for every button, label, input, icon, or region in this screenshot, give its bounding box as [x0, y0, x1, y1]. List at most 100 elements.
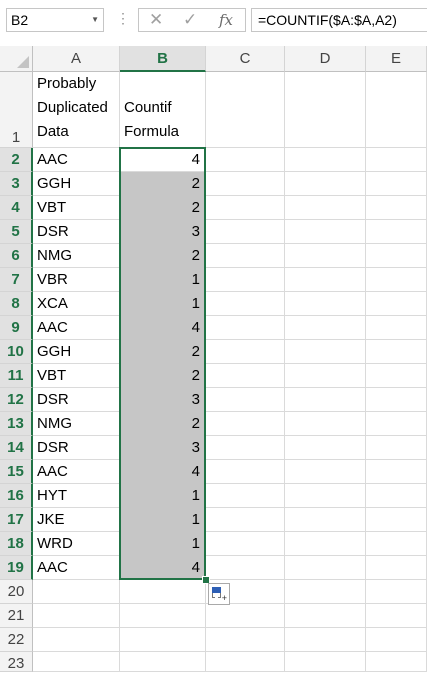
- cell-b18[interactable]: 1: [120, 532, 206, 556]
- column-header-d[interactable]: D: [285, 46, 366, 72]
- cell-a10[interactable]: GGH: [33, 340, 120, 364]
- cell-a11[interactable]: VBT: [33, 364, 120, 388]
- cell-e20[interactable]: [366, 580, 427, 604]
- cell-c5[interactable]: [206, 220, 285, 244]
- cell-d13[interactable]: [285, 412, 366, 436]
- cell-a6[interactable]: NMG: [33, 244, 120, 268]
- row-header-21[interactable]: 21: [0, 604, 33, 628]
- cell-d5[interactable]: [285, 220, 366, 244]
- column-header-b[interactable]: B: [120, 46, 206, 72]
- cell-d11[interactable]: [285, 364, 366, 388]
- cell-a9[interactable]: AAC: [33, 316, 120, 340]
- cell-a12[interactable]: DSR: [33, 388, 120, 412]
- cell-a13[interactable]: NMG: [33, 412, 120, 436]
- row-header-19[interactable]: 19: [0, 556, 33, 580]
- quick-analysis-button[interactable]: +: [208, 583, 230, 605]
- cell-e19[interactable]: [366, 556, 427, 580]
- row-header-14[interactable]: 14: [0, 436, 33, 460]
- formula-input[interactable]: =COUNTIF($A:$A,A2): [251, 8, 427, 32]
- select-all-button[interactable]: [0, 46, 33, 72]
- cell-a20[interactable]: [33, 580, 120, 604]
- row-header-18[interactable]: 18: [0, 532, 33, 556]
- cell-e3[interactable]: [366, 172, 427, 196]
- cell-a16[interactable]: HYT: [33, 484, 120, 508]
- cell-d6[interactable]: [285, 244, 366, 268]
- cell-c23[interactable]: [206, 652, 285, 672]
- cell-c8[interactable]: [206, 292, 285, 316]
- cell-a19[interactable]: AAC: [33, 556, 120, 580]
- cell-d17[interactable]: [285, 508, 366, 532]
- cell-c21[interactable]: [206, 604, 285, 628]
- cell-b12[interactable]: 3: [120, 388, 206, 412]
- cell-e15[interactable]: [366, 460, 427, 484]
- cell-a22[interactable]: [33, 628, 120, 652]
- cell-d4[interactable]: [285, 196, 366, 220]
- row-header-3[interactable]: 3: [0, 172, 33, 196]
- cell-c10[interactable]: [206, 340, 285, 364]
- cell-b4[interactable]: 2: [120, 196, 206, 220]
- row-header-5[interactable]: 5: [0, 220, 33, 244]
- cell-c15[interactable]: [206, 460, 285, 484]
- cell-e12[interactable]: [366, 388, 427, 412]
- cell-b21[interactable]: [120, 604, 206, 628]
- cell-c13[interactable]: [206, 412, 285, 436]
- row-header-1[interactable]: 1: [0, 72, 33, 148]
- cell-d1[interactable]: [285, 72, 366, 148]
- cell-b10[interactable]: 2: [120, 340, 206, 364]
- cell-e17[interactable]: [366, 508, 427, 532]
- cell-e18[interactable]: [366, 532, 427, 556]
- column-header-e[interactable]: E: [366, 46, 427, 72]
- chevron-down-icon[interactable]: ▼: [91, 9, 99, 31]
- cell-d12[interactable]: [285, 388, 366, 412]
- cell-d2[interactable]: [285, 148, 366, 172]
- row-header-15[interactable]: 15: [0, 460, 33, 484]
- cell-b5[interactable]: 3: [120, 220, 206, 244]
- cell-b19[interactable]: 4: [120, 556, 206, 580]
- cell-c17[interactable]: [206, 508, 285, 532]
- cell-c11[interactable]: [206, 364, 285, 388]
- cell-c3[interactable]: [206, 172, 285, 196]
- column-header-c[interactable]: C: [206, 46, 285, 72]
- cell-e4[interactable]: [366, 196, 427, 220]
- cell-a1[interactable]: Probably Duplicated Data: [33, 72, 120, 148]
- cell-b14[interactable]: 3: [120, 436, 206, 460]
- cell-a23[interactable]: [33, 652, 120, 672]
- cell-a8[interactable]: XCA: [33, 292, 120, 316]
- row-header-6[interactable]: 6: [0, 244, 33, 268]
- cell-b13[interactable]: 2: [120, 412, 206, 436]
- cell-d10[interactable]: [285, 340, 366, 364]
- cell-c9[interactable]: [206, 316, 285, 340]
- cell-d16[interactable]: [285, 484, 366, 508]
- cell-b9[interactable]: 4: [120, 316, 206, 340]
- cell-c16[interactable]: [206, 484, 285, 508]
- row-header-2[interactable]: 2: [0, 148, 33, 172]
- cell-d3[interactable]: [285, 172, 366, 196]
- cell-e2[interactable]: [366, 148, 427, 172]
- row-header-16[interactable]: 16: [0, 484, 33, 508]
- cell-b11[interactable]: 2: [120, 364, 206, 388]
- cell-c18[interactable]: [206, 532, 285, 556]
- cell-d23[interactable]: [285, 652, 366, 672]
- row-header-12[interactable]: 12: [0, 388, 33, 412]
- cell-e22[interactable]: [366, 628, 427, 652]
- cell-d22[interactable]: [285, 628, 366, 652]
- cell-e5[interactable]: [366, 220, 427, 244]
- cell-d14[interactable]: [285, 436, 366, 460]
- cell-e8[interactable]: [366, 292, 427, 316]
- cell-b2[interactable]: 4: [120, 148, 206, 172]
- cell-e21[interactable]: [366, 604, 427, 628]
- cell-e1[interactable]: [366, 72, 427, 148]
- row-header-8[interactable]: 8: [0, 292, 33, 316]
- cell-d18[interactable]: [285, 532, 366, 556]
- row-header-17[interactable]: 17: [0, 508, 33, 532]
- cell-c14[interactable]: [206, 436, 285, 460]
- cell-d15[interactable]: [285, 460, 366, 484]
- cell-b15[interactable]: 4: [120, 460, 206, 484]
- name-box[interactable]: B2 ▼: [6, 8, 104, 32]
- cell-b17[interactable]: 1: [120, 508, 206, 532]
- cell-a17[interactable]: JKE: [33, 508, 120, 532]
- cell-b7[interactable]: 1: [120, 268, 206, 292]
- cell-b16[interactable]: 1: [120, 484, 206, 508]
- row-header-20[interactable]: 20: [0, 580, 33, 604]
- cell-a18[interactable]: WRD: [33, 532, 120, 556]
